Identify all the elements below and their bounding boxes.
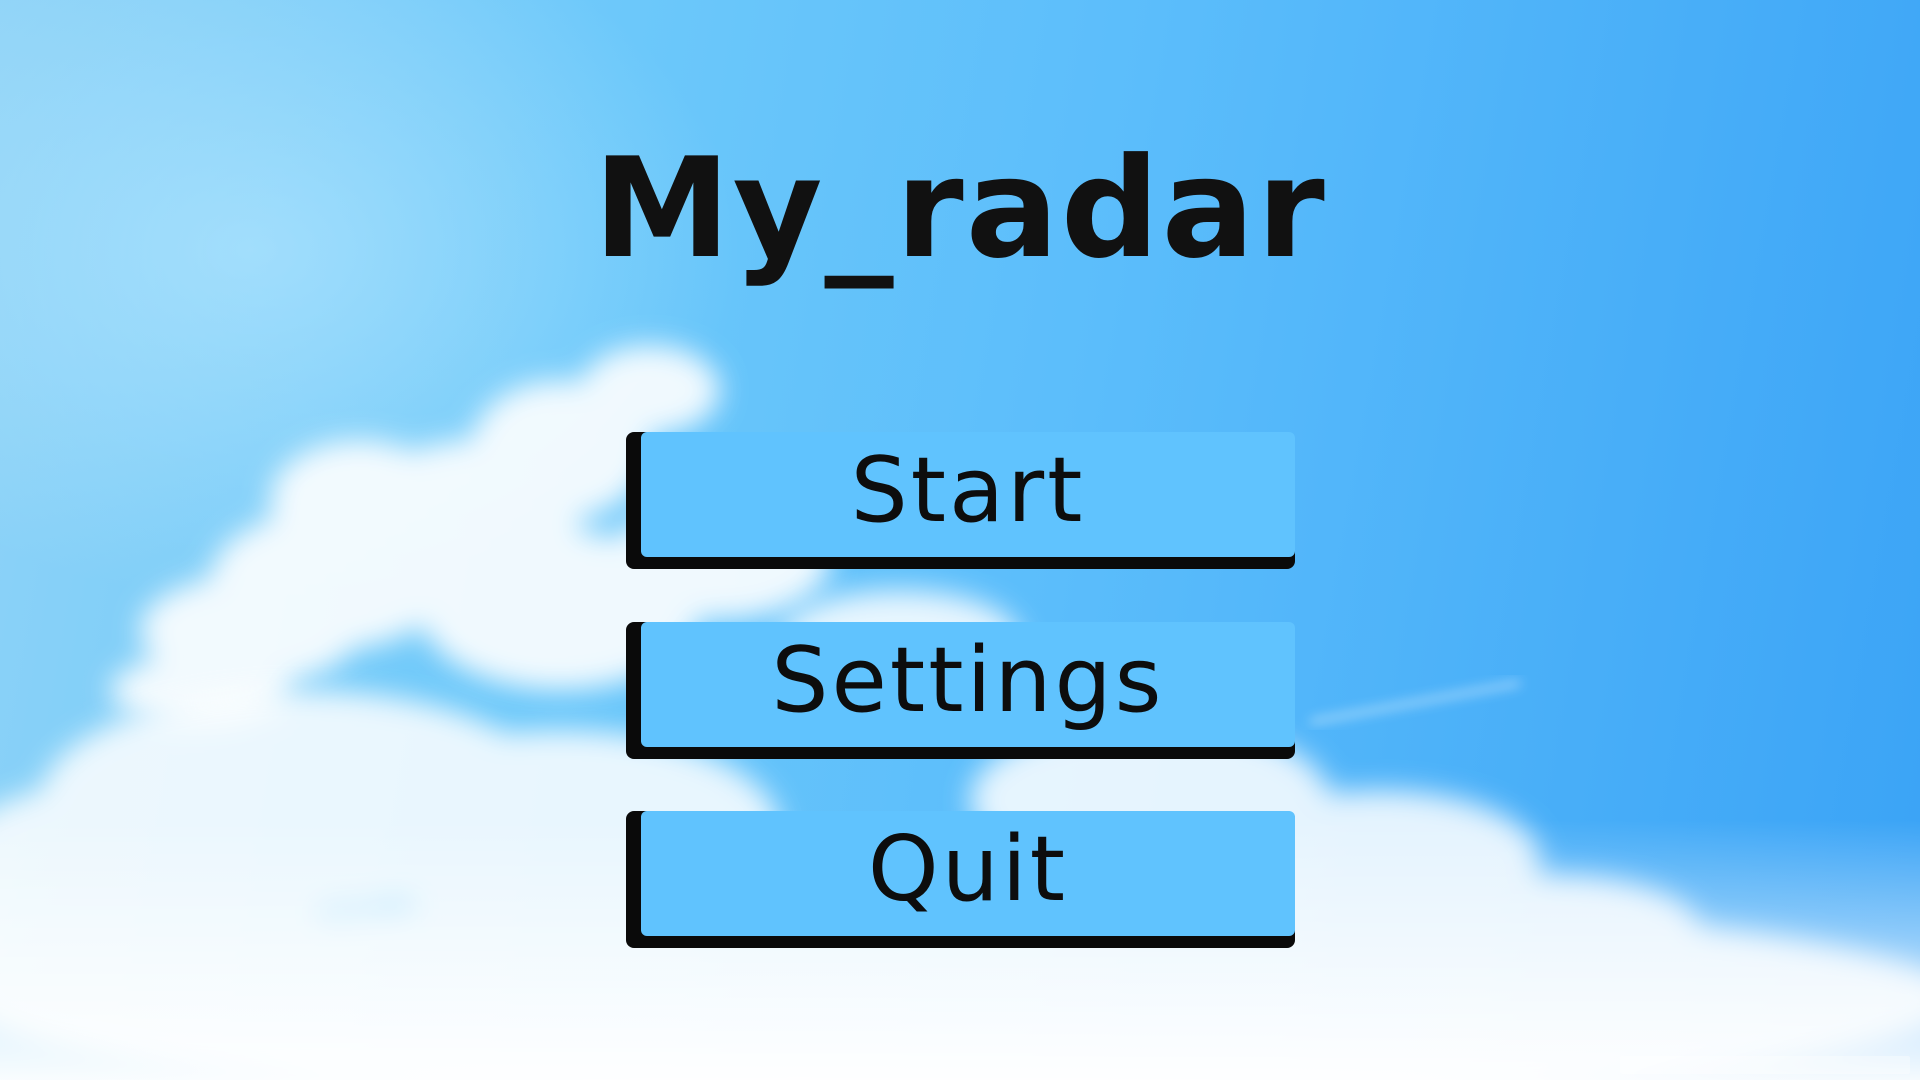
quit-button[interactable]: Quit (626, 811, 1295, 948)
settings-button[interactable]: Settings (626, 622, 1295, 759)
quit-button-label: Quit (867, 816, 1069, 922)
start-button-face[interactable]: Start (641, 432, 1295, 557)
wallpaper-watermark (1620, 1056, 1910, 1074)
settings-button-label: Settings (771, 627, 1165, 733)
start-button[interactable]: Start (626, 432, 1295, 569)
quit-button-face[interactable]: Quit (641, 811, 1295, 936)
settings-button-face[interactable]: Settings (641, 622, 1295, 747)
game-title: My_radar (593, 128, 1327, 289)
start-button-label: Start (850, 437, 1086, 543)
